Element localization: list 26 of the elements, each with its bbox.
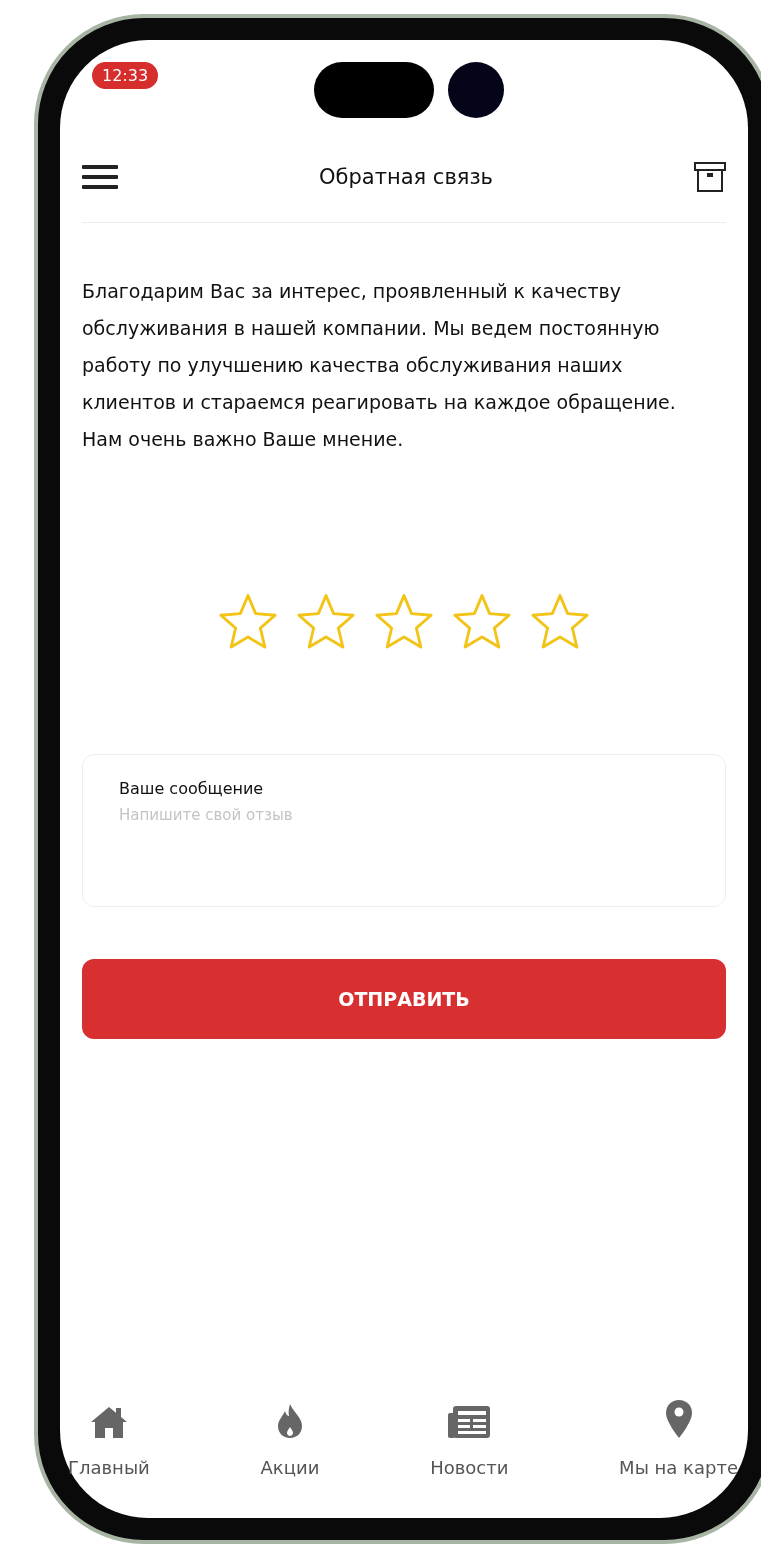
menu-icon[interactable] — [82, 163, 118, 191]
star-icon[interactable] — [530, 592, 590, 650]
nav-tab[interactable]: Акции — [260, 1395, 320, 1478]
flame-icon — [276, 1403, 303, 1439]
star-icon[interactable] — [452, 592, 512, 650]
nav-tab[interactable]: Новости — [430, 1395, 509, 1478]
newspaper-icon — [447, 1405, 492, 1439]
star-icon[interactable] — [296, 592, 356, 650]
nav-label: Главный — [68, 1457, 150, 1478]
nav-label: Новости — [430, 1457, 509, 1478]
nav-label: Акции — [260, 1457, 320, 1478]
home-icon — [89, 1405, 128, 1439]
submit-button[interactable]: ОТПРАВИТЬ — [82, 959, 726, 1039]
status-time: 12:33 — [92, 62, 159, 89]
map-pin-icon — [664, 1399, 693, 1439]
camera-lens — [448, 62, 504, 118]
field-label: Ваше сообщение — [119, 779, 265, 798]
message-field[interactable]: Ваше сообщение Напишите свой отзыв — [82, 754, 726, 907]
archive-box-icon[interactable] — [694, 161, 726, 193]
star-icon[interactable] — [218, 592, 278, 650]
star-icon[interactable] — [374, 592, 434, 650]
nav-tab[interactable]: Мы на карте — [619, 1395, 738, 1478]
screen-title: Обратная связь — [319, 165, 493, 189]
nav-tab[interactable]: Главный — [68, 1395, 150, 1478]
intro-paragraph: Благодарим Вас за интерес, проявленный к качеству обслуживания в нашей компании. Мы ведем постоянную работу по улучшению качества обслуживания наших клиентов и стараемся реагировать на каждое обращение. Нам очень важно Ваше мнение. — [82, 279, 677, 452]
nav-label: Мы на карте — [619, 1457, 738, 1478]
